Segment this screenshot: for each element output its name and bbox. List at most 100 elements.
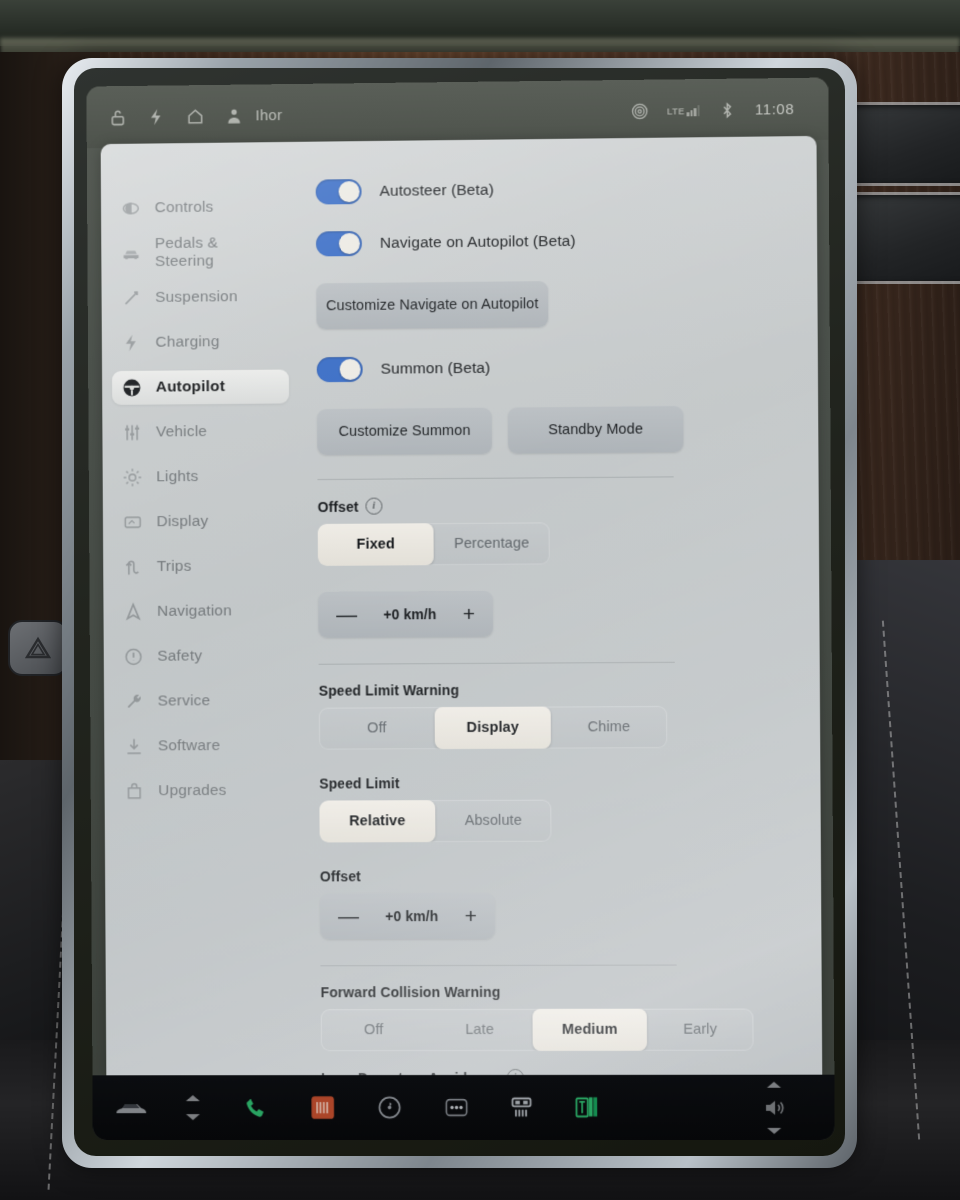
sidebar-item-lights[interactable]: Lights (112, 459, 289, 494)
sidebar-item-software[interactable]: Software (114, 729, 291, 764)
sidebar-item-vehicle[interactable]: Vehicle (112, 414, 289, 449)
offset-type-segmented-control[interactable]: Fixed Percentage (317, 522, 550, 566)
volume-icon[interactable] (760, 1095, 788, 1119)
offset-nav-value: +0 km/h (383, 606, 437, 623)
speed-limit-segmented-control[interactable]: Relative Absolute (319, 799, 552, 843)
info-icon[interactable]: i (365, 497, 383, 515)
controls-icon (121, 198, 141, 218)
slw-option-off[interactable]: Off (319, 707, 435, 750)
car-icon[interactable] (114, 1099, 148, 1117)
offset-nav-stepper[interactable]: — +0 km/h + (318, 590, 494, 638)
sidebar-item-label: Navigation (157, 602, 232, 620)
navigate-on-autopilot-toggle[interactable] (315, 231, 362, 257)
bluetooth-icon[interactable] (718, 100, 737, 119)
volume-control[interactable] (760, 1081, 789, 1134)
temp-up-icon[interactable] (185, 1095, 200, 1102)
media-disc-icon[interactable] (630, 101, 649, 120)
section-divider (317, 476, 674, 481)
offset-speed-label: Offset (319, 868, 361, 885)
autosteer-row[interactable]: Autosteer (Beta) (315, 174, 799, 205)
autosteer-label: Autosteer (Beta) (379, 181, 494, 200)
sidebar-item-suspension[interactable]: Suspension (111, 280, 288, 316)
charging-bolt-icon[interactable] (147, 107, 166, 126)
climate-fan-icon[interactable] (376, 1094, 403, 1121)
navigation-arrow-icon (123, 602, 143, 622)
sidebar-item-service[interactable]: Service (114, 684, 291, 719)
hazard-triangle-icon (25, 636, 51, 659)
hazard-lights-button[interactable] (8, 620, 68, 676)
section-divider (320, 964, 677, 967)
temperature-chevrons[interactable] (185, 1095, 200, 1121)
lte-signal-icon[interactable]: LTE (666, 104, 700, 117)
offset-increment-button[interactable]: + (463, 602, 475, 625)
media-app-icon[interactable] (573, 1094, 600, 1121)
volume-down-icon[interactable] (767, 1127, 782, 1134)
offset-speed-value: +0 km/h (385, 908, 439, 925)
sidebar-item-safety[interactable]: Safety (114, 639, 291, 674)
sidebar-item-navigation[interactable]: Navigation (113, 594, 290, 629)
offset-nav-label: Offset (317, 498, 359, 515)
settings-card: Controls Pedals & Steering Suspension Ch… (100, 135, 823, 1076)
summon-buttons-row: Customize Summon Standby Mode (317, 405, 800, 456)
defrost-icon[interactable] (508, 1094, 535, 1121)
person-icon[interactable] (225, 106, 244, 125)
tesla-touchscreen[interactable]: Ihor LTE 11:08 Controls Pedals & Steerin… (86, 77, 835, 1141)
offset-option-percentage[interactable]: Percentage (433, 522, 549, 565)
slw-option-chime[interactable]: Chime (551, 706, 668, 749)
slw-option-display[interactable]: Display (434, 706, 551, 750)
customize-summon-button[interactable]: Customize Summon (317, 407, 493, 456)
fcw-option-off[interactable]: Off (321, 1009, 427, 1051)
section-divider (318, 661, 675, 665)
sidebar-item-upgrades[interactable]: Upgrades (114, 774, 291, 809)
speed-limit-warning-label: Speed Limit Warning (318, 682, 460, 699)
sidebar-item-charging[interactable]: Charging (112, 325, 289, 361)
summon-row[interactable]: Summon (Beta) (316, 353, 800, 383)
sidebar-item-label: Display (156, 512, 209, 531)
wrench-icon (124, 692, 144, 712)
customize-navigate-on-autopilot-button[interactable]: Customize Navigate on Autopilot (316, 281, 549, 330)
sidebar-item-label: Trips (156, 557, 192, 575)
temp-down-icon[interactable] (185, 1114, 200, 1121)
sidebar-item-trips[interactable]: Trips (113, 549, 290, 584)
trips-road-icon (123, 557, 143, 577)
sidebar-item-pedals-steering[interactable]: Pedals & Steering (111, 234, 288, 271)
seat-heater-icon[interactable] (309, 1094, 336, 1121)
more-apps-icon[interactable] (443, 1094, 470, 1121)
offset-option-fixed[interactable]: Fixed (317, 523, 434, 566)
sidebar-item-label: Vehicle (155, 423, 208, 441)
forward-collision-warning-label: Forward Collision Warning (320, 983, 501, 1001)
sidebar-item-label: Software (157, 737, 221, 755)
settings-sidebar: Controls Pedals & Steering Suspension Ch… (101, 142, 303, 1075)
volume-up-icon[interactable] (766, 1081, 782, 1088)
fcw-option-late[interactable]: Late (426, 1009, 532, 1051)
signal-bars (686, 104, 700, 116)
speed-limit-warning-segmented-control[interactable]: Off Display Chime (318, 705, 668, 750)
sidebar-item-display[interactable]: Display (113, 504, 290, 539)
sidebar-item-autopilot[interactable]: Autopilot (111, 369, 290, 405)
network-label: LTE (666, 105, 685, 117)
offset-decrement-button[interactable]: — (336, 603, 357, 626)
sidebar-item-label: Safety (157, 647, 203, 665)
forward-collision-warning-segmented-control[interactable]: Off Late Medium Early (320, 1008, 754, 1052)
sidebar-item-label: Pedals & Steering (154, 234, 219, 271)
sl-option-relative[interactable]: Relative (319, 800, 436, 843)
speed-limit-label: Speed Limit (319, 775, 400, 792)
standby-mode-button[interactable]: Standby Mode (507, 406, 684, 454)
home-icon[interactable] (186, 107, 205, 126)
sidebar-item-controls[interactable]: Controls (111, 190, 288, 226)
driver-profile-name[interactable]: Ihor (255, 107, 282, 124)
summon-toggle[interactable] (316, 356, 363, 383)
offset-speed-stepper[interactable]: — +0 km/h + (319, 892, 496, 940)
sl-option-absolute[interactable]: Absolute (435, 800, 551, 842)
offset-speed-decrement-button[interactable]: — (338, 905, 359, 928)
car-interior-photo: Ihor LTE 11:08 Controls Pedals & Steerin… (0, 0, 960, 1200)
fcw-option-medium[interactable]: Medium (532, 1008, 648, 1051)
navigate-on-autopilot-row[interactable]: Navigate on Autopilot (Beta) (315, 226, 799, 257)
offset-speed-increment-button[interactable]: + (465, 904, 477, 927)
autosteer-toggle[interactable] (315, 179, 362, 205)
phone-icon[interactable] (244, 1095, 270, 1121)
lock-icon[interactable] (108, 107, 127, 126)
clock: 11:08 (754, 100, 795, 119)
navigate-on-autopilot-label: Navigate on Autopilot (Beta) (379, 232, 576, 252)
fcw-option-early[interactable]: Early (647, 1009, 754, 1051)
